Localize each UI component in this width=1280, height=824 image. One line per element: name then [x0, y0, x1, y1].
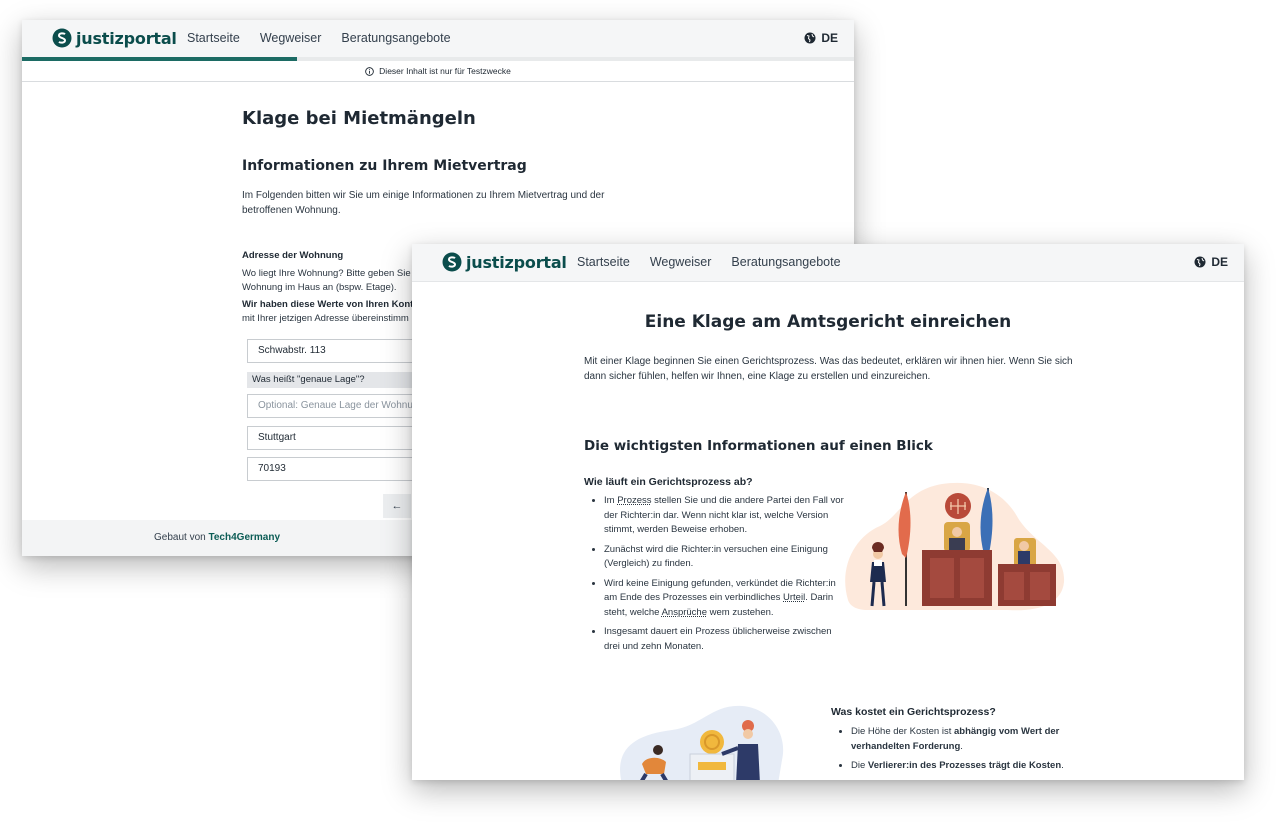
list-item: Wird keine Einigung gefunden, verkündet …	[604, 577, 844, 621]
cost-bearer-bold: Verlierer:in des Prozesses trägt die Kos…	[867, 760, 1062, 771]
list-item: Die Höhe der Kosten ist abhängig vom Wer…	[851, 725, 1081, 754]
back-button[interactable]: ←	[383, 494, 411, 518]
list-item: Die Verlierer:in des Prozesses trägt die…	[851, 759, 1081, 774]
costs-illustration	[620, 705, 784, 780]
language-label: DE	[1211, 255, 1228, 269]
courtroom-illustration	[845, 482, 1065, 611]
footer-link[interactable]: Tech4Germany	[209, 532, 281, 543]
test-notice-bar: Dieser Inhalt ist nur für Testzwecke	[22, 61, 854, 82]
brand-name: justizportal	[76, 28, 177, 48]
address-label: Adresse der Wohnung	[242, 250, 344, 261]
navbar: justizportal Startseite Wegweiser Beratu…	[22, 20, 854, 58]
list-item: Im Prozess stellen Sie und die andere Pa…	[604, 494, 844, 538]
globe-icon	[804, 32, 816, 44]
footer-text: Gebaut von	[154, 532, 206, 543]
costs-heading: Was kostet ein Gerichtsprozess?	[831, 706, 996, 718]
brand-logo[interactable]: justizportal	[442, 252, 567, 272]
nav-startseite[interactable]: Startseite	[577, 255, 630, 269]
info-window: justizportal Startseite Wegweiser Beratu…	[412, 244, 1244, 780]
term-prozess-link[interactable]: Prozess	[617, 495, 651, 506]
list-item: Zunächst wird die Richter:in versuchen e…	[604, 543, 844, 572]
term-urteil-link[interactable]: Urteil	[783, 592, 805, 603]
brand-name: justizportal	[466, 252, 567, 272]
section-intro: Im Folgenden bitten wir Sie um einige In…	[242, 190, 605, 216]
navbar: justizportal Startseite Wegweiser Beratu…	[412, 244, 1244, 282]
nav-links: Startseite Wegweiser Beratungsangebote	[187, 31, 451, 45]
language-switcher[interactable]: DE	[1194, 255, 1228, 269]
nav-links: Startseite Wegweiser Beratungsangebote	[577, 255, 841, 269]
list-item: Insgesamt dauert ein Prozess üblicherwei…	[604, 625, 844, 654]
brand-logo[interactable]: justizportal	[52, 28, 177, 48]
nav-wegweiser[interactable]: Wegweiser	[260, 31, 322, 45]
globe-icon	[1194, 256, 1206, 268]
page-title: Eine Klage am Amtsgericht einreichen	[644, 312, 1012, 332]
costs-list: Die Höhe der Kosten ist abhängig vom Wer…	[833, 725, 1081, 779]
nav-wegweiser[interactable]: Wegweiser	[650, 255, 712, 269]
page-intro: Mit einer Klage beginnen Sie einen Geric…	[584, 356, 1073, 382]
address-help-bold: Wir haben diese Werte von Ihren Konta	[242, 299, 419, 310]
info-icon	[365, 66, 374, 76]
term-ansprueche-link[interactable]: Ansprüche	[662, 607, 707, 618]
justizportal-logo-icon	[442, 252, 462, 272]
test-notice-text: Dieser Inhalt ist nur für Testzwecke	[379, 66, 511, 76]
page-title: Klage bei Mietmängeln	[242, 108, 476, 129]
section-heading: Die wichtigsten Informationen auf einen …	[584, 438, 933, 454]
language-label: DE	[821, 31, 838, 45]
justizportal-logo-icon	[52, 28, 72, 48]
nav-startseite[interactable]: Startseite	[187, 31, 240, 45]
nav-beratungsangebote[interactable]: Beratungsangebote	[731, 255, 840, 269]
section-title: Informationen zu Ihrem Mietvertrag	[242, 158, 527, 174]
process-list: Im Prozess stellen Sie und die andere Pa…	[586, 494, 844, 659]
language-switcher[interactable]: DE	[804, 31, 838, 45]
process-heading: Wie läuft ein Gerichtsprozess ab?	[584, 476, 753, 488]
nav-beratungsangebote[interactable]: Beratungsangebote	[341, 31, 450, 45]
